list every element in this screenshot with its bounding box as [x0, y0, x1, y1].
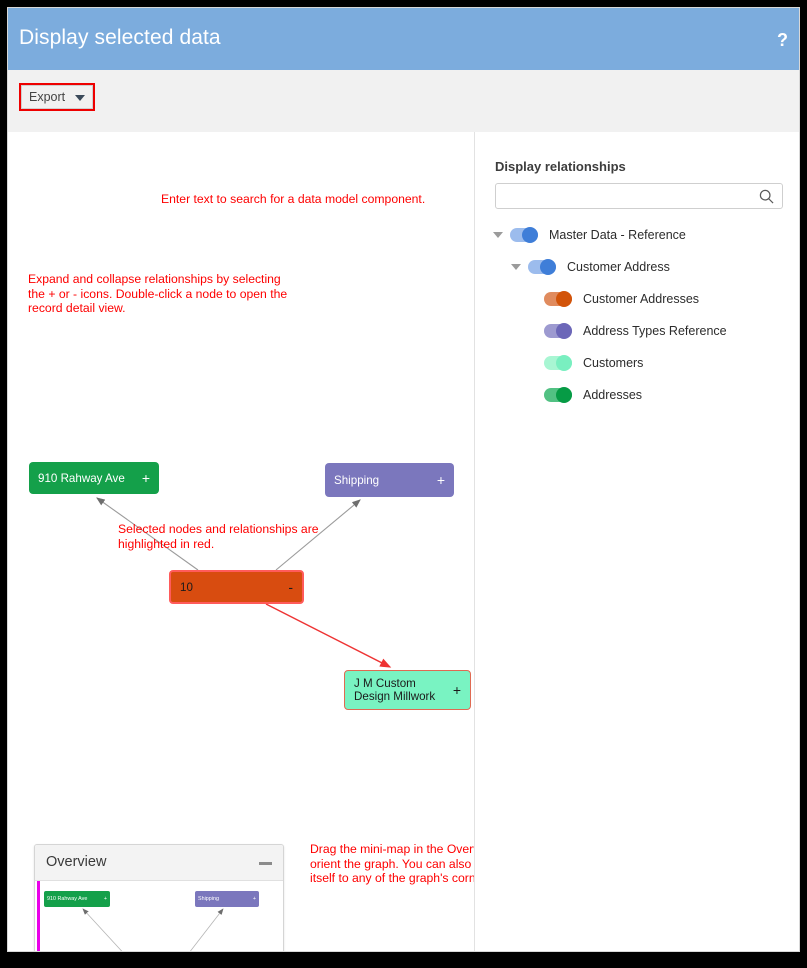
node-label: J M Custom Design Millwork — [354, 676, 436, 703]
toggle-knob — [556, 323, 572, 339]
minimap-node-shipping: Shipping + — [195, 891, 259, 907]
overview-minimap[interactable]: 910 Rahway Ave + Shipping + 10 - J M Cus… — [35, 881, 283, 951]
toolbar: Export Export a PDF, PNG, or SVG of the … — [8, 70, 799, 191]
expand-annotation: Expand and collapse relationships by sel… — [28, 272, 288, 316]
filter-pane-title: Display relationships — [495, 159, 626, 174]
export-button[interactable]: Export — [21, 85, 93, 109]
toggle-knob — [556, 291, 572, 307]
page-title: Display selected data — [19, 26, 221, 49]
filter-tree-label: Address Types Reference — [583, 324, 727, 338]
toggle-knob — [556, 355, 572, 371]
dialog-header: Display selected data ? — [8, 8, 799, 70]
graph-node-jm-custom-design-millwork[interactable]: J M Custom Design Millwork + — [344, 670, 471, 710]
display-selected-data-dialog: Display selected data ? Export Export a … — [7, 7, 800, 952]
filter-pane: Display relationships Master Data - Refe… — [475, 132, 799, 951]
filter-tree-row[interactable]: Addresses — [527, 384, 642, 406]
chevron-down-icon[interactable] — [511, 264, 521, 270]
node-collapse-control[interactable]: - — [288, 579, 293, 595]
overview-header: Overview — [35, 845, 283, 881]
toggle-knob — [522, 227, 538, 243]
filter-tree-row[interactable]: Master Data - Reference — [493, 224, 686, 246]
filter-tree-row[interactable]: Customer Addresses — [527, 288, 699, 310]
graph-canvas[interactable]: Enter text to search for a data model co… — [8, 132, 474, 951]
minimap-node-label: 910 Rahway Ave — [47, 896, 88, 902]
screenshot-root: Display selected data ? Export Export a … — [0, 0, 807, 968]
filter-tree-label: Addresses — [583, 388, 643, 402]
filter-toggle-switch[interactable] — [510, 227, 538, 243]
search-icon[interactable] — [759, 189, 774, 204]
minimap-node-910-rahway-ave: 910 Rahway Ave + — [44, 891, 110, 907]
minimize-icon[interactable] — [259, 862, 272, 865]
export-highlight-box: Export — [19, 83, 95, 111]
filter-toggle-switch[interactable] — [544, 323, 572, 339]
filter-toggle-switch[interactable] — [528, 259, 556, 275]
filter-search-box[interactable] — [495, 183, 783, 209]
export-button-label: Export — [29, 90, 66, 104]
minimap-node-label: Shipping — [198, 896, 219, 902]
overview-title: Overview — [46, 854, 107, 870]
graph-node-shipping[interactable]: Shipping + — [325, 463, 454, 497]
node-label: 910 Rahway Ave — [38, 471, 125, 485]
chevron-down-icon[interactable] — [493, 232, 503, 238]
filter-toggle-switch[interactable] — [544, 387, 572, 403]
graph-node-10[interactable]: 10 - — [169, 570, 304, 604]
node-label: Shipping — [334, 473, 380, 487]
overview-box[interactable]: Overview 910 Rahway Ave + Shipping + — [34, 844, 284, 951]
filter-tree-label: Customers — [583, 356, 644, 370]
toggle-knob — [540, 259, 556, 275]
filter-tree-label: Customer Addresses — [583, 292, 700, 306]
node-expand-control[interactable]: + — [142, 470, 150, 486]
overview-annotation: Drag the mini-map in the Overview box to… — [310, 842, 474, 886]
filter-tree-label: Customer Address — [567, 260, 670, 274]
filter-tree-row[interactable]: Customers — [527, 352, 643, 374]
search-annotation: Enter text to search for a data model co… — [161, 192, 426, 206]
graph-node-910-rahway-ave[interactable]: 910 Rahway Ave + — [29, 462, 159, 494]
minimap-node-control: + — [252, 896, 256, 902]
filter-toggle-switch[interactable] — [544, 291, 572, 307]
filter-tree-label: Master Data - Reference — [549, 228, 686, 242]
help-icon[interactable]: ? — [777, 30, 788, 51]
search-input[interactable] — [496, 184, 754, 208]
toggle-knob — [556, 387, 572, 403]
node-expand-control[interactable]: + — [437, 472, 445, 488]
filter-tree-row[interactable]: Address Types Reference — [527, 320, 727, 342]
node-expand-control[interactable]: + — [453, 682, 461, 698]
filter-toggle-switch[interactable] — [544, 355, 572, 371]
node-label: 10 — [180, 580, 193, 594]
filter-tree-row[interactable]: Customer Address — [511, 256, 670, 278]
chevron-down-icon — [75, 95, 85, 101]
minimap-node-control: + — [103, 896, 107, 902]
dialog-body: Enter text to search for a data model co… — [8, 132, 799, 951]
selection-annotation: Selected nodes and relationships are hig… — [118, 522, 319, 551]
edge-ten-to-jm — [265, 603, 392, 668]
